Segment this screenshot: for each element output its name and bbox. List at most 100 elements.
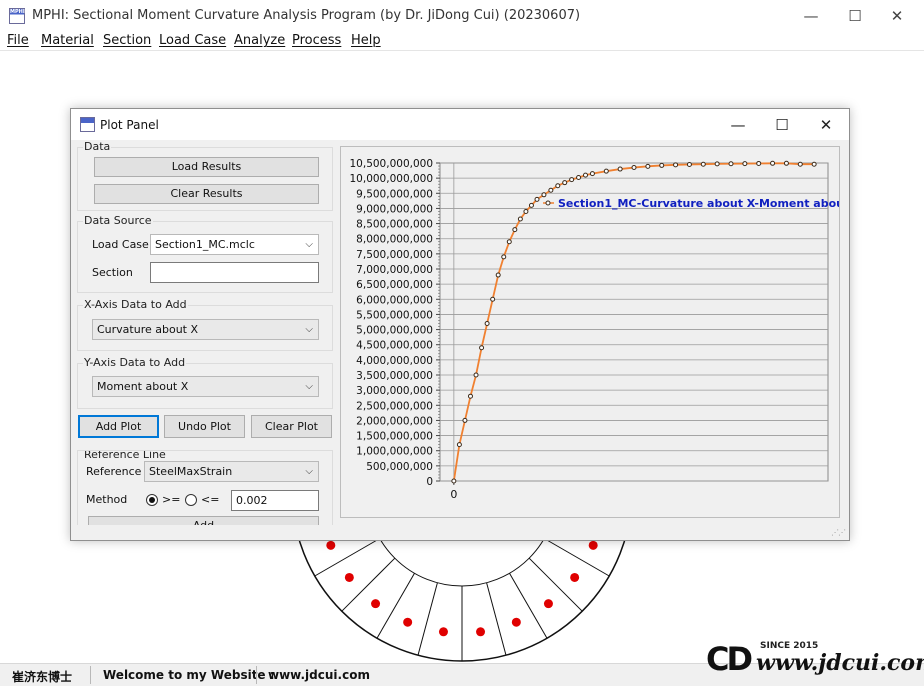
- section-label: Section: [92, 266, 133, 279]
- data-point: [541, 192, 547, 198]
- app-icon: MPHI: [9, 8, 25, 24]
- data-point: [484, 321, 490, 327]
- plot-panel-dialog: Plot Panel — ☐ ✕ Data Load Results Clear…: [70, 108, 862, 541]
- y-tick-label: 8,500,000,000: [356, 219, 433, 231]
- data-point: [617, 166, 623, 172]
- rebar-dot: [403, 617, 413, 627]
- menu-analyze[interactable]: Analyze: [234, 33, 285, 48]
- load-results-button[interactable]: Load Results: [94, 157, 319, 177]
- resize-grip-icon[interactable]: ⋰⋰: [831, 528, 846, 537]
- rebar-dot: [511, 617, 521, 627]
- clear-results-button[interactable]: Clear Results: [94, 184, 319, 204]
- data-point: [728, 161, 734, 167]
- data-point: [467, 393, 473, 399]
- data-point: [495, 272, 501, 278]
- y-tick-label: 9,000,000,000: [356, 203, 433, 215]
- rebar-dot: [570, 572, 580, 582]
- plot-frame: 00.0000050.000010.0000150.000020.0000250…: [340, 146, 862, 518]
- y-tick-label: 7,000,000,000: [356, 264, 433, 276]
- y-axis-label: Y-Axis Data to Add: [83, 356, 187, 369]
- minimize-button[interactable]: —: [788, 4, 834, 28]
- reference-label: Reference: [86, 465, 142, 478]
- reference-line-group: Reference Line Reference SteelMaxStrain …: [77, 450, 333, 525]
- y-tick-label: 0: [426, 476, 433, 488]
- y-tick-label: 10,000,000,000: [350, 173, 434, 185]
- dialog-titlebar: Plot Panel — ☐ ✕: [71, 109, 849, 140]
- data-point: [576, 175, 582, 181]
- data-point: [770, 160, 776, 166]
- data-point: [451, 478, 457, 484]
- y-tick-label: 2,000,000,000: [356, 415, 433, 427]
- dialog-minimize-button[interactable]: —: [716, 112, 760, 138]
- data-source-label: Data Source: [83, 214, 153, 227]
- clear-plot-button[interactable]: Clear Plot: [251, 415, 332, 438]
- menu-load-case[interactable]: Load Case: [159, 33, 226, 48]
- menu-section[interactable]: Section: [103, 33, 151, 48]
- data-point: [583, 172, 588, 178]
- method-ge-label: >=: [162, 493, 181, 506]
- method-le-label: <=: [201, 493, 220, 506]
- data-group: Data Load Results Clear Results: [77, 140, 333, 211]
- y-tick-label: 3,500,000,000: [356, 370, 433, 382]
- status-divider: [90, 666, 91, 684]
- y-tick-label: 8,000,000,000: [356, 234, 433, 246]
- status-divider: [256, 666, 257, 684]
- method-ge-radio[interactable]: [146, 494, 158, 506]
- add-reference-button[interactable]: Add: [88, 516, 319, 525]
- data-point: [700, 161, 706, 167]
- y-tick-label: 6,000,000,000: [356, 294, 433, 306]
- y-axis-group: Y-Axis Data to Add Moment about X ⌵: [77, 356, 333, 409]
- rebar-dot: [438, 627, 448, 637]
- y-tick-label: 9,500,000,000: [356, 188, 433, 200]
- menu-bar: File Material Section Load Case Analyze …: [0, 32, 924, 51]
- data-point: [631, 165, 637, 171]
- x-axis-group: X-Axis Data to Add Curvature about X ⌵: [77, 298, 333, 351]
- menu-help[interactable]: Help: [351, 33, 381, 48]
- section-input[interactable]: [150, 262, 319, 283]
- menu-process[interactable]: Process: [292, 33, 341, 48]
- rebar-dot: [543, 599, 553, 609]
- x-axis-select[interactable]: Curvature about X ⌵: [92, 319, 319, 340]
- maximize-button[interactable]: ☐: [832, 4, 878, 28]
- data-point: [645, 163, 651, 169]
- data-source-group: Data Source Load Case Section1_MC.mclc ⌵…: [77, 214, 333, 293]
- data-point: [528, 202, 534, 208]
- rebar-dot: [371, 599, 381, 609]
- logo-mark: CD: [706, 640, 753, 678]
- close-button[interactable]: ✕: [874, 4, 920, 28]
- data-point: [473, 372, 479, 378]
- data-point: [756, 160, 762, 166]
- rebar-dot: [344, 572, 354, 582]
- legend-swatch-marker: [545, 200, 551, 206]
- data-point: [462, 417, 468, 423]
- y-tick-label: 7,500,000,000: [356, 249, 433, 261]
- data-point: [506, 239, 512, 245]
- dialog-icon: [80, 117, 95, 132]
- load-case-label: Load Case: [92, 238, 149, 251]
- data-point: [569, 177, 575, 183]
- chevron-down-icon: ⌵: [305, 381, 313, 392]
- y-tick-label: 500,000,000: [366, 461, 433, 473]
- status-website[interactable]: www.jdcui.com: [268, 668, 370, 682]
- dialog-close-button[interactable]: ✕: [804, 112, 848, 138]
- menu-material[interactable]: Material: [41, 33, 94, 48]
- add-plot-button[interactable]: Add Plot: [78, 415, 159, 438]
- reference-value: SteelMaxStrain: [149, 465, 233, 478]
- x-tick-label: 0: [450, 488, 457, 501]
- app-title: MPHI: Sectional Moment Curvature Analysi…: [32, 8, 581, 23]
- data-point: [548, 187, 554, 193]
- undo-plot-button[interactable]: Undo Plot: [164, 415, 245, 438]
- dialog-maximize-button[interactable]: ☐: [760, 112, 804, 138]
- data-point: [490, 296, 496, 302]
- y-axis-select[interactable]: Moment about X ⌵: [92, 376, 319, 397]
- reference-select[interactable]: SteelMaxStrain ⌵: [144, 461, 319, 482]
- rebar-dot: [326, 540, 336, 550]
- method-label: Method: [86, 493, 128, 506]
- method-value-input[interactable]: 0.002: [231, 490, 319, 511]
- load-case-select[interactable]: Section1_MC.mclc ⌵: [150, 234, 319, 255]
- y-tick-label: 2,500,000,000: [356, 400, 433, 412]
- method-le-radio[interactable]: [185, 494, 197, 506]
- menu-file[interactable]: File: [7, 33, 29, 48]
- data-point: [783, 160, 789, 166]
- y-tick-label: 6,500,000,000: [356, 279, 433, 291]
